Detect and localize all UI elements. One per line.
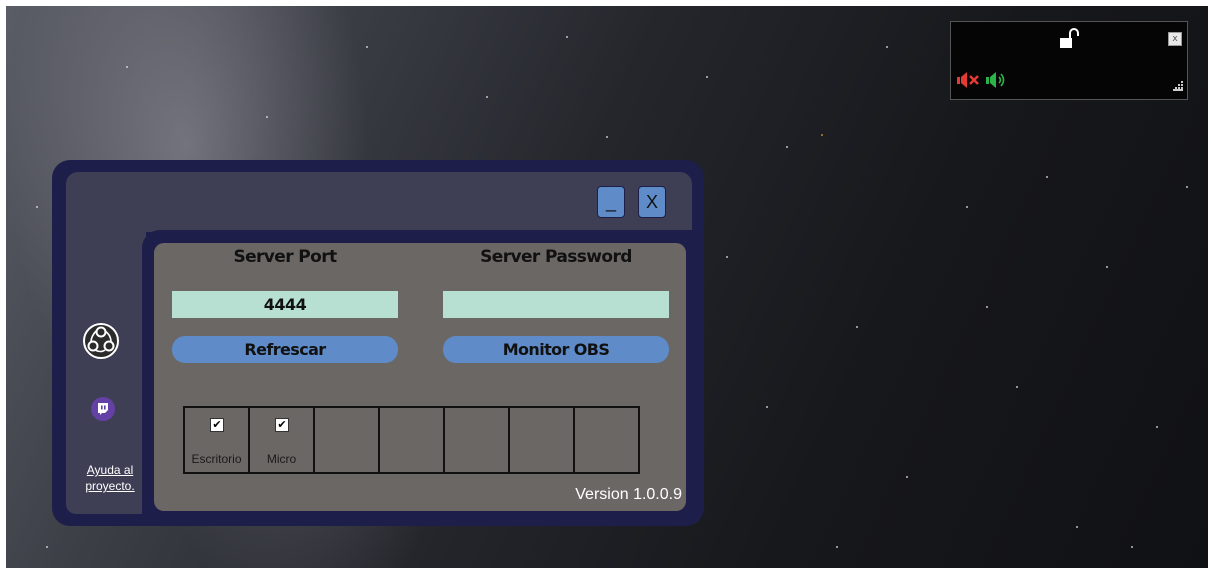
help-project-link[interactable]: Ayuda al proyecto. (72, 462, 148, 494)
speaker-muted-icon[interactable] (956, 71, 984, 94)
version-label: Version 1.0.0.9 (575, 486, 682, 503)
source-label: Micro (266, 452, 297, 466)
audio-source-slot-empty[interactable] (378, 406, 445, 474)
obs-logo-icon[interactable] (82, 322, 120, 365)
refresh-button[interactable]: Refrescar (172, 336, 398, 363)
server-port-input[interactable] (172, 291, 398, 318)
help-link-line1: Ayuda al (86, 463, 134, 477)
minimize-button[interactable]: _ (597, 186, 625, 218)
server-password-input[interactable] (443, 291, 669, 318)
speaker-volume-icon[interactable] (985, 71, 1015, 94)
audio-overlay-widget[interactable]: x (950, 21, 1188, 100)
audio-source-slot[interactable]: ✔ Micro (248, 406, 315, 474)
twitch-logo-icon[interactable] (91, 397, 115, 426)
audio-source-slot-empty[interactable] (508, 406, 575, 474)
server-port-header: Server Port (233, 247, 337, 267)
resize-grip-icon[interactable] (1173, 78, 1183, 96)
help-link-line2: proyecto. (85, 479, 135, 493)
server-password-header: Server Password (480, 247, 632, 267)
audio-source-slot-empty[interactable] (573, 406, 640, 474)
audio-source-slot-empty[interactable] (443, 406, 510, 474)
source-label: Escritorio (191, 452, 242, 466)
overlay-close-button[interactable]: x (1168, 32, 1182, 46)
audio-source-slots: ✔ Escritorio ✔ Micro (183, 406, 640, 474)
source-checkbox[interactable]: ✔ (210, 418, 224, 432)
unlocked-padlock-icon[interactable] (1059, 28, 1081, 55)
source-checkbox[interactable]: ✔ (275, 418, 289, 432)
monitor-obs-button[interactable]: Monitor OBS (443, 336, 669, 363)
close-button[interactable]: X (638, 186, 666, 218)
audio-source-slot[interactable]: ✔ Escritorio (183, 406, 250, 474)
audio-source-slot-empty[interactable] (313, 406, 380, 474)
